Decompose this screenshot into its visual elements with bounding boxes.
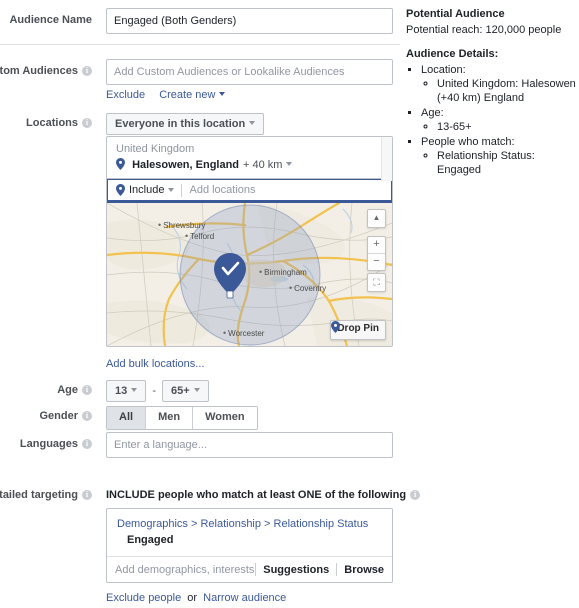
location-country-group: United Kingdom [116, 143, 195, 155]
map-compass-button[interactable]: ▲ [367, 209, 386, 228]
languages-field-wrap [106, 432, 393, 458]
languages-label: Languages i [0, 438, 92, 450]
audience-form: Audience Name Custom Audiencesi Exclude … [0, 0, 421, 608]
map-fullscreen-button[interactable]: ⛶ [367, 273, 386, 292]
locations-scrollbar[interactable] [381, 137, 392, 181]
info-icon[interactable]: i [82, 439, 92, 449]
info-icon[interactable]: i [82, 385, 92, 395]
targeting-refine-links: Exclude people or Narrow audience [106, 592, 286, 604]
location-entry-name: Halesowen, England [132, 159, 240, 171]
chevron-down-icon [249, 121, 256, 125]
audience-details-title: Audience Details: [406, 48, 499, 60]
detail-group-label: People who match: [421, 136, 515, 148]
age-min-dropdown[interactable]: 13 [106, 380, 147, 402]
map-pin-icon [116, 184, 125, 196]
detail-sublist: Relationship Status: Engaged [421, 149, 579, 177]
age-label: Age i [0, 384, 92, 396]
info-icon[interactable]: i [410, 490, 421, 500]
location-radius[interactable]: + 40 km [243, 159, 282, 171]
chevron-down-icon [131, 388, 138, 392]
gender-option-women[interactable]: Women [192, 407, 257, 429]
detail-sublist: United Kingdom: Halesowen (+40 km) Engla… [421, 77, 579, 105]
potential-audience-title: Potential Audience [406, 8, 505, 20]
detailed-targeting-heading: INCLUDE people who match at least ONE of… [106, 489, 421, 501]
info-icon[interactable]: i [82, 411, 92, 421]
map-zoom-controls: + − [367, 236, 386, 271]
location-scope-button[interactable]: Everyone in this location [106, 113, 265, 135]
locations-box: United Kingdom Halesowen, England + 40 km… [106, 136, 393, 347]
divider [181, 183, 183, 197]
detail-item: 13-65+ [437, 120, 579, 134]
map-zoom-in-button[interactable]: + [368, 237, 385, 253]
targeting-input-row: Suggestions Browse [107, 556, 392, 582]
detail-item: Relationship Status: Engaged [437, 149, 579, 177]
gender-label: Gender i [0, 410, 92, 422]
exclude-custom-audience-link[interactable]: Exclude [106, 89, 145, 101]
detailed-targeting-box: Demographics > Relationship > Relationsh… [106, 508, 393, 583]
chevron-down-icon [193, 388, 200, 392]
chevron-down-icon [219, 92, 226, 96]
chevron-down-icon[interactable] [168, 188, 175, 192]
detail-group-label: Location: [421, 64, 466, 76]
potential-audience-panel: Potential Audience Potential reach: 120,… [406, 8, 579, 178]
browse-button[interactable]: Browse [337, 564, 384, 576]
detail-group-people-who-match: People who match: Relationship Status: E… [421, 135, 579, 177]
potential-reach-text: Potential reach: 120,000 people [406, 24, 562, 36]
map-pin-icon [331, 321, 341, 333]
age-range-separator: - [152, 385, 156, 397]
add-locations-input[interactable] [189, 184, 383, 196]
age-max-dropdown[interactable]: 65+ [162, 380, 209, 402]
age-fields: 13 - 65+ [106, 380, 209, 402]
detail-sublist: 13-65+ [421, 120, 579, 134]
location-include-bar: Include [107, 178, 392, 202]
languages-input[interactable] [106, 432, 393, 458]
custom-audiences-field-wrap [106, 59, 393, 85]
audience-details-list: Location: United Kingdom: Halesowen (+40… [406, 63, 579, 177]
locations-label: Locations i [0, 117, 92, 129]
locations-scope-wrap: Everyone in this location [106, 113, 265, 135]
detailed-targeting-label: Detailed targetingi [0, 489, 92, 501]
custom-audiences-label: Custom Audiencesi [0, 65, 92, 77]
detail-group-location: Location: United Kingdom: Halesowen (+40… [421, 63, 579, 105]
gender-toggle-wrap: All Men Women [106, 406, 258, 430]
section-divider [0, 44, 400, 45]
info-icon[interactable]: i [82, 490, 92, 500]
create-new-audience-link[interactable]: Create new [159, 89, 226, 101]
custom-audiences-input[interactable] [106, 59, 393, 85]
gender-option-all[interactable]: All [107, 407, 146, 429]
suggestions-button[interactable]: Suggestions [256, 564, 336, 576]
gender-toggle: All Men Women [106, 406, 258, 430]
detail-item: United Kingdom: Halesowen (+40 km) Engla… [437, 77, 579, 105]
custom-audiences-links: Exclude Create new [106, 89, 226, 101]
detail-group-age: Age: 13-65+ [421, 106, 579, 134]
include-mode-label[interactable]: Include [129, 184, 164, 196]
audience-name-label: Audience Name [9, 14, 92, 26]
chevron-down-icon[interactable] [286, 162, 293, 166]
map-pin-icon [116, 158, 125, 170]
map-zoom-out-button[interactable]: − [368, 253, 385, 270]
detail-group-label: Age: [421, 107, 444, 119]
narrow-audience-link[interactable]: Narrow audience [203, 592, 286, 604]
info-icon[interactable]: i [82, 118, 92, 128]
location-entry: Halesowen, England + 40 km [107, 156, 392, 178]
audience-name-input[interactable] [106, 8, 393, 34]
targeting-selected-value: Engaged [127, 534, 174, 546]
audience-name-field-wrap [106, 8, 393, 34]
drop-pin-button[interactable]: Drop Pin [330, 320, 386, 340]
add-bulk-locations-link[interactable]: Add bulk locations... [106, 358, 204, 370]
location-map[interactable]: Shrewsbury Telford Birmingham Coventry W… [107, 202, 392, 346]
targeting-search-input[interactable] [115, 563, 256, 576]
bulk-locations-wrap: Add bulk locations... [106, 358, 204, 370]
info-icon[interactable]: i [82, 66, 92, 76]
or-text: or [187, 592, 198, 604]
gender-option-men[interactable]: Men [145, 407, 193, 429]
exclude-people-link[interactable]: Exclude people [106, 592, 181, 604]
targeting-breadcrumb[interactable]: Demographics > Relationship > Relationsh… [107, 509, 392, 530]
